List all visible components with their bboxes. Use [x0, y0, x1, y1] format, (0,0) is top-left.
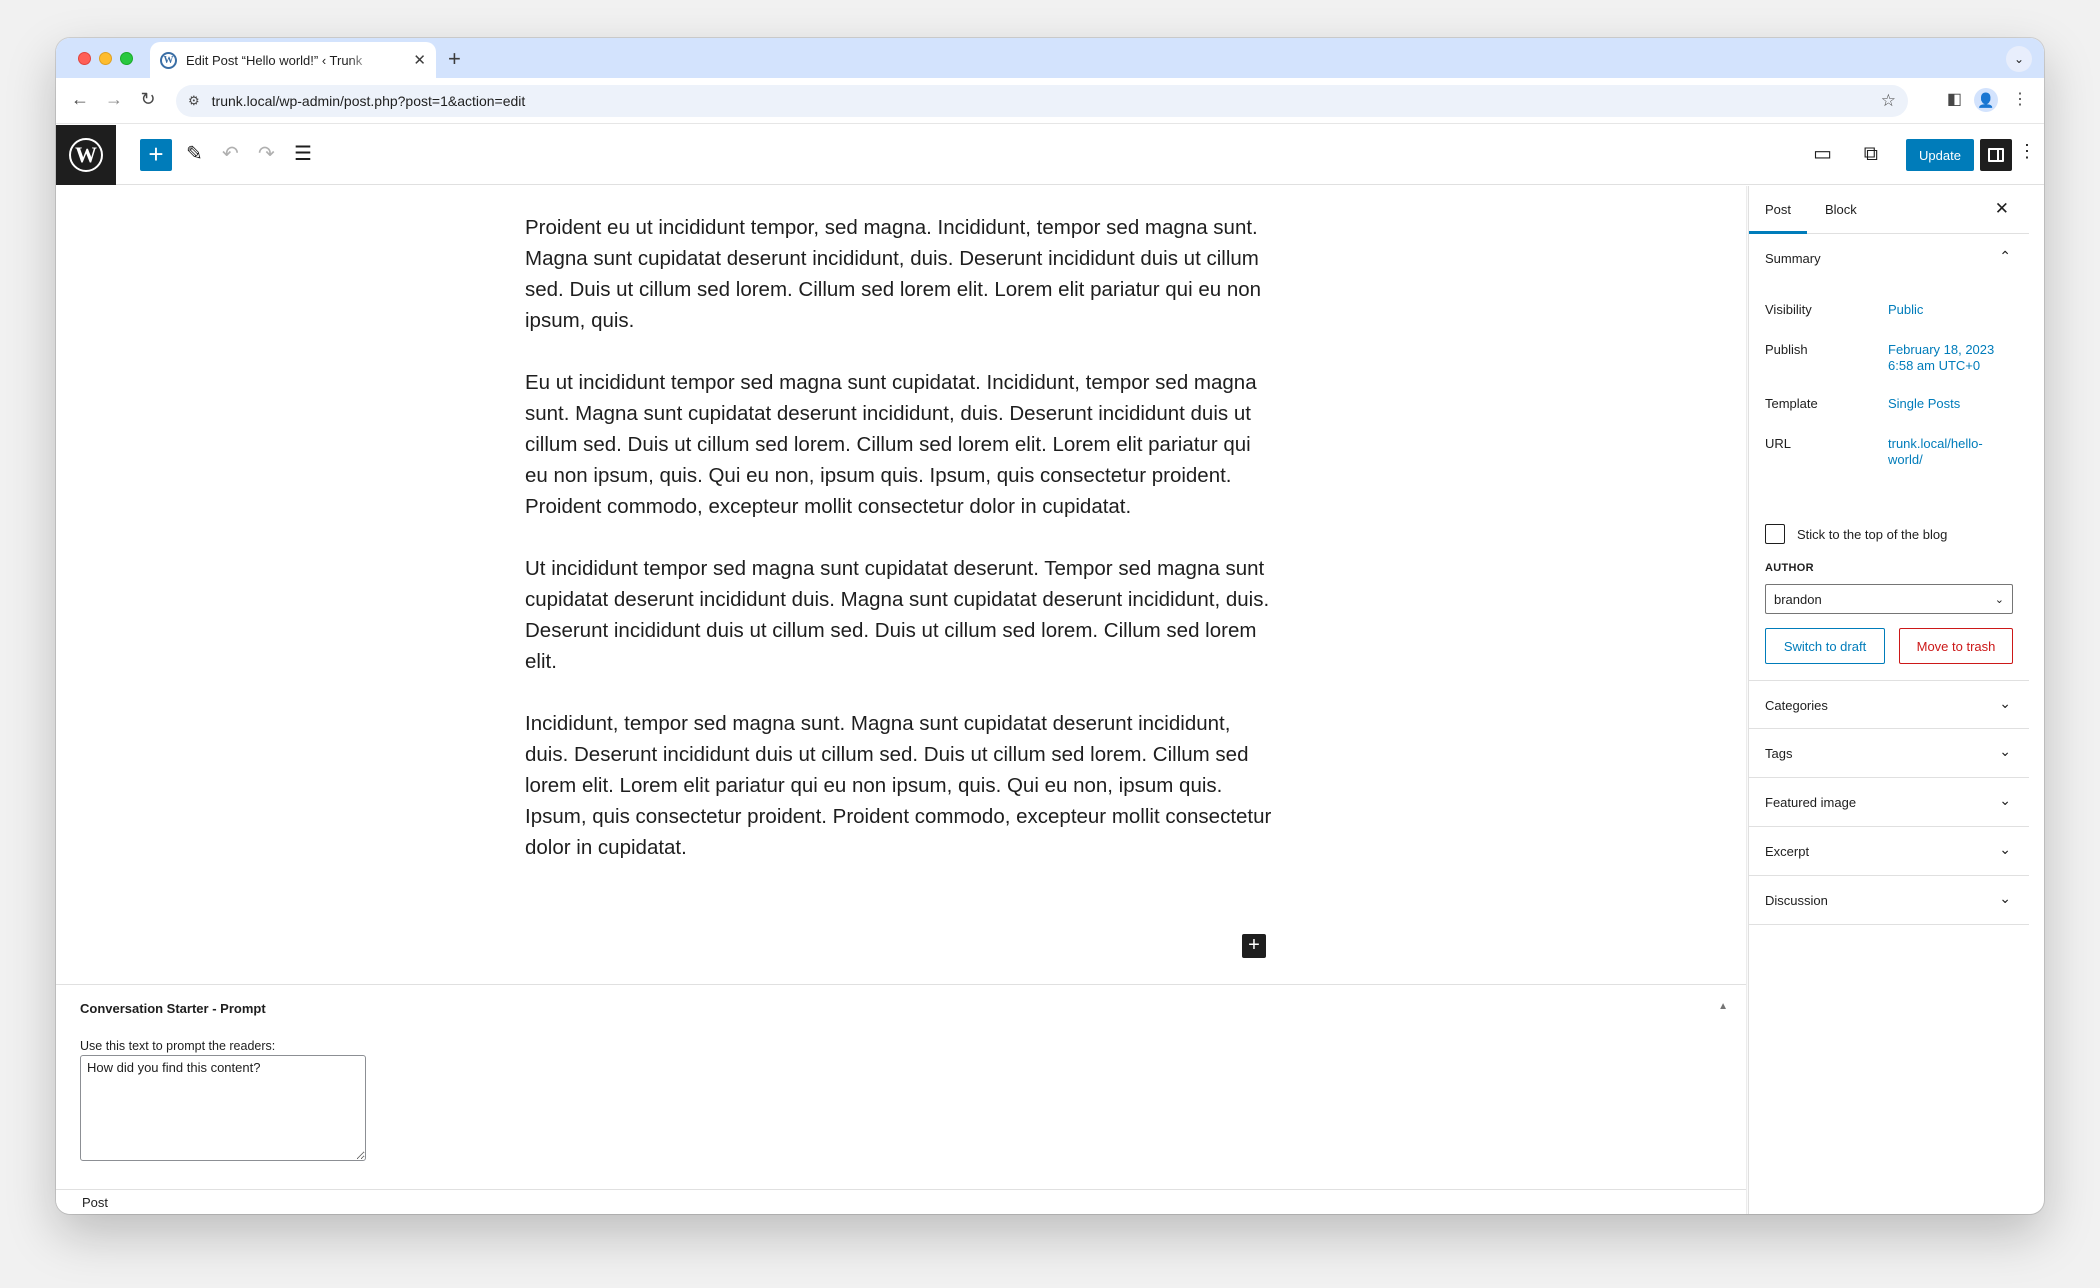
new-tab-button[interactable]: +	[448, 46, 461, 72]
tab-strip: W Edit Post “Hello world!” ‹ Trunk ✕ + ⌄	[56, 38, 2044, 78]
template-link[interactable]: Single Posts	[1888, 396, 1960, 412]
forward-arrow-icon[interactable]: →	[102, 89, 126, 110]
breadcrumb[interactable]: Post	[82, 1195, 108, 1210]
author-select-value: brandon	[1774, 591, 1822, 607]
editor-header: W + ✎ ↶ ↷ ☰ ▭ ⧉ Update ⋮	[56, 125, 2044, 185]
author-select[interactable]: brandon ⌄	[1765, 584, 2013, 614]
panel-title: Excerpt	[1765, 844, 1810, 859]
permalink-text-2: world/	[1888, 452, 1923, 467]
url-text[interactable]: trunk.local/wp-admin/post.php?post=1&act…	[212, 93, 526, 109]
permalink-link[interactable]: trunk.local/hello- world/	[1888, 436, 1983, 468]
block-inserter-button[interactable]: +	[140, 139, 172, 171]
publish-label: Publish	[1765, 342, 1808, 357]
browser-menu-icon[interactable]: ⋮	[2012, 89, 2028, 109]
site-info-icon[interactable]: ⚙	[188, 93, 200, 109]
tab-search-button[interactable]: ⌄	[2006, 46, 2032, 72]
undo-icon[interactable]: ↶	[222, 142, 239, 166]
reload-icon[interactable]: ↻	[136, 89, 160, 110]
sticky-checkbox-label[interactable]: Stick to the top of the blog	[1797, 527, 1947, 542]
back-arrow-icon[interactable]: ←	[68, 89, 92, 110]
block-appender-button[interactable]: +	[1242, 934, 1266, 958]
panel-title: Tags	[1765, 746, 1793, 761]
visibility-label: Visibility	[1765, 302, 1812, 317]
wordpress-favicon-icon: W	[160, 51, 177, 69]
browser-tab-active[interactable]: W Edit Post “Hello world!” ‹ Trunk ✕	[150, 42, 436, 78]
settings-toggle-button[interactable]	[1980, 139, 2012, 171]
close-sidebar-icon[interactable]: ✕	[1995, 199, 2009, 219]
wordpress-logo-button[interactable]: W	[56, 125, 116, 185]
browser-toolbar: ← → ↻ ⚙ trunk.local/wp-admin/post.php?po…	[56, 78, 2044, 124]
panel-title: Discussion	[1765, 893, 1828, 908]
metabox-field-label: Use this text to prompt the readers:	[80, 1039, 276, 1053]
move-to-trash-button[interactable]: Move to trash	[1899, 628, 2013, 664]
panel-categories[interactable]: Categories ⌄	[1749, 680, 2029, 729]
maximize-window-button[interactable]	[120, 52, 133, 65]
panel-title: Featured image	[1765, 795, 1857, 810]
tab-block[interactable]: Block	[1809, 186, 1873, 234]
permalink-text-1: trunk.local/hello-	[1888, 436, 1983, 451]
template-label: Template	[1765, 396, 1818, 411]
view-post-external-icon[interactable]: ⧉	[1864, 142, 1878, 166]
editor-footer: Post	[56, 1189, 1746, 1214]
chevron-down-icon: ⌄	[1999, 792, 2011, 808]
paragraph-block[interactable]: Proident eu ut incididunt tempor, sed ma…	[525, 212, 1277, 336]
panel-excerpt[interactable]: Excerpt ⌄	[1749, 827, 2029, 876]
side-panel-icon[interactable]: ◧	[1947, 89, 1962, 109]
browser-window: W Edit Post “Hello world!” ‹ Trunk ✕ + ⌄…	[56, 38, 2044, 1214]
panel-discussion[interactable]: Discussion ⌄	[1749, 876, 2029, 925]
address-bar[interactable]: ⚙ trunk.local/wp-admin/post.php?post=1&a…	[176, 85, 1908, 117]
prompt-textarea[interactable]: How did you find this content?	[80, 1055, 366, 1161]
sticky-checkbox[interactable]	[1765, 524, 1785, 544]
settings-sidebar: Post Block ✕ Summary ⌃ Visibility Public…	[1748, 186, 2029, 1214]
panel-tags[interactable]: Tags ⌄	[1749, 729, 2029, 778]
update-button[interactable]: Update	[1906, 139, 1974, 171]
minimize-window-button[interactable]	[99, 52, 112, 65]
publish-time-text: 6:58 am UTC+0	[1888, 358, 1981, 373]
device-preview-icon[interactable]: ▭	[1813, 142, 1832, 166]
tab-title: Edit Post “Hello world!” ‹ Trunk	[186, 52, 363, 68]
paragraph-block[interactable]: Eu ut incididunt tempor sed magna sunt c…	[525, 367, 1277, 522]
sidebar-tabs: Post Block ✕	[1749, 186, 2029, 234]
tab-close-icon[interactable]: ✕	[413, 51, 426, 69]
author-label: AUTHOR	[1765, 562, 1814, 574]
chevron-down-icon: ⌄	[1999, 743, 2011, 759]
bookmark-star-icon[interactable]: ☆	[1881, 91, 1896, 111]
visibility-link[interactable]: Public	[1888, 302, 1923, 318]
conversation-starter-metabox: Conversation Starter - Prompt ▲ Use this…	[56, 984, 1746, 1189]
chevron-down-icon: ⌄	[1999, 890, 2011, 906]
close-window-button[interactable]	[78, 52, 91, 65]
chevron-down-icon: ⌄	[1994, 593, 2004, 606]
switch-to-draft-button[interactable]: Switch to draft	[1765, 628, 1885, 664]
metabox-collapse-icon[interactable]: ▲	[1718, 1001, 1728, 1012]
options-more-icon[interactable]: ⋮	[2018, 141, 2036, 162]
publish-date-link[interactable]: February 18, 2023 6:58 am UTC+0	[1888, 342, 1994, 374]
redo-icon[interactable]: ↷	[258, 142, 275, 166]
profile-avatar-icon[interactable]: 👤	[1974, 88, 1998, 112]
summary-panel-header[interactable]: Summary ⌃	[1749, 234, 2029, 283]
panel-title: Categories	[1765, 698, 1828, 713]
url-label: URL	[1765, 436, 1792, 451]
chevron-down-icon: ⌄	[1999, 841, 2011, 857]
panel-featured-image[interactable]: Featured image ⌄	[1749, 778, 2029, 827]
tab-post[interactable]: Post	[1749, 186, 1807, 234]
window-controls	[78, 52, 133, 65]
chevron-up-icon: ⌃	[1999, 248, 2011, 264]
summary-panel-title: Summary	[1765, 251, 1821, 266]
editor-canvas: Proident eu ut incididunt tempor, sed ma…	[56, 186, 1746, 984]
paragraph-block[interactable]: Ut incididunt tempor sed magna sunt cupi…	[525, 553, 1277, 677]
list-view-icon[interactable]: ☰	[294, 142, 312, 166]
post-content: Proident eu ut incididunt tempor, sed ma…	[525, 212, 1277, 894]
wordpress-logo-icon: W	[69, 138, 103, 172]
publish-date-text: February 18, 2023	[1888, 342, 1995, 357]
chevron-down-icon: ⌄	[1999, 695, 2011, 711]
sidebar-panel-icon	[1988, 148, 2004, 162]
pencil-tools-icon[interactable]: ✎	[186, 142, 203, 166]
paragraph-block[interactable]: Incididunt, tempor sed magna sunt. Magna…	[525, 708, 1277, 863]
metabox-title: Conversation Starter - Prompt	[80, 1001, 266, 1016]
